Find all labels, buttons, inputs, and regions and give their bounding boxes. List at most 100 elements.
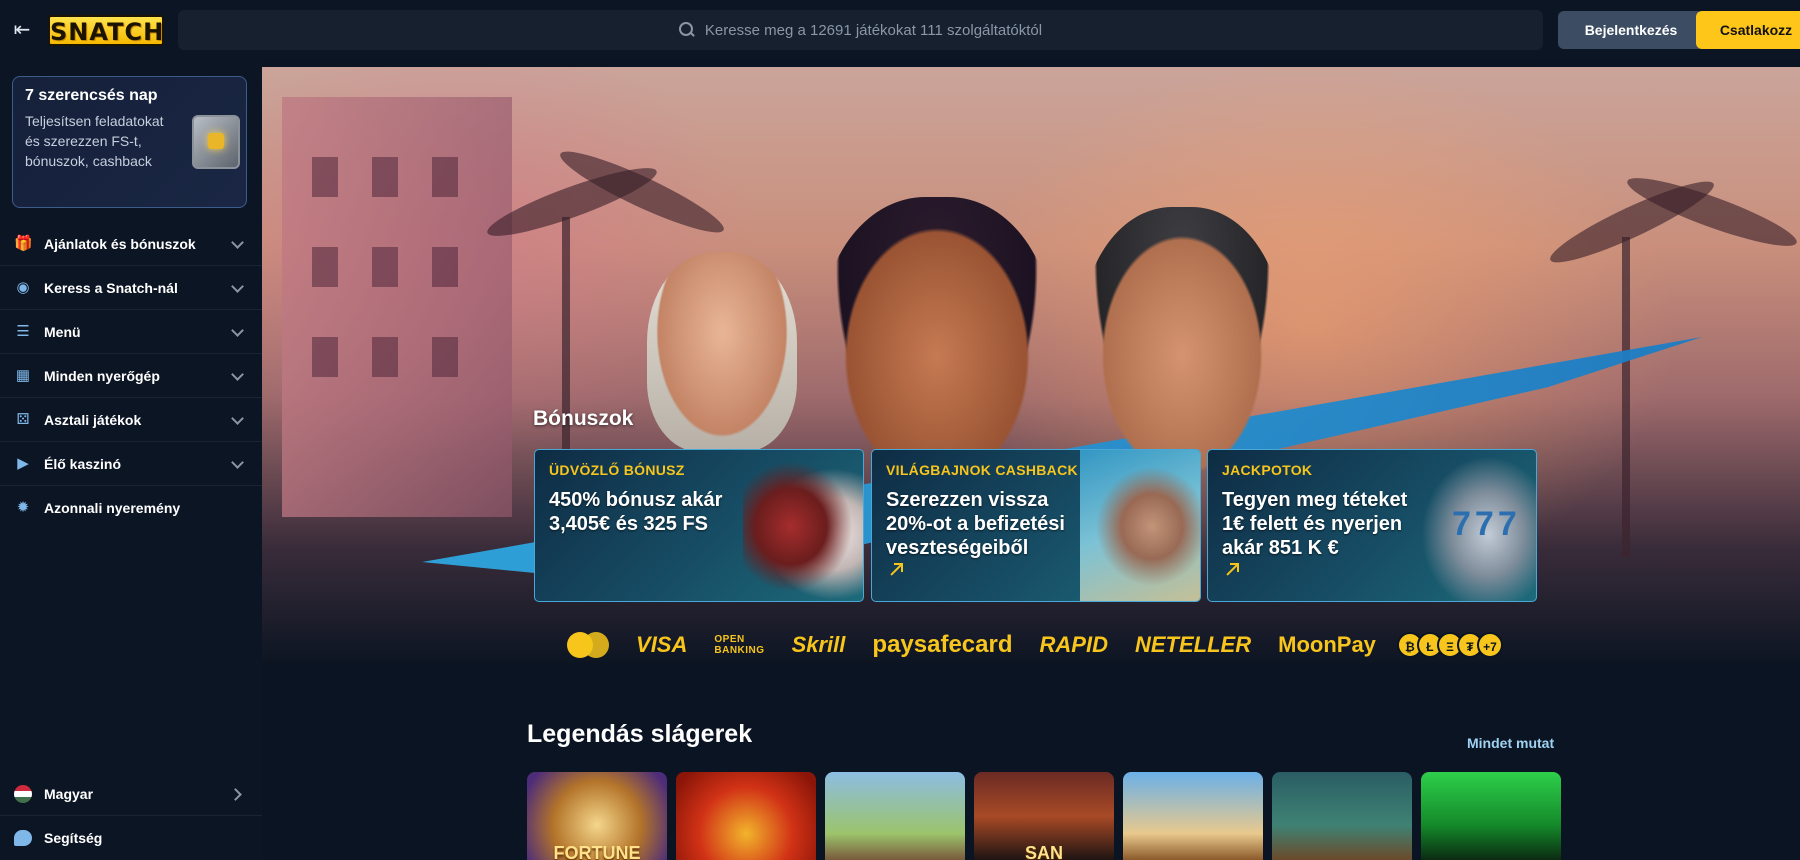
bonus-card-art [743,450,863,601]
chat-icon [14,830,32,846]
chevron-down-icon [231,280,244,293]
bonus-card-welcome[interactable]: ÜDVÖZLŐ BÓNUSZ 450% bónusz akár 3,405€ é… [534,449,864,602]
game-tile[interactable] [676,772,816,860]
arrow-up-right-icon [1222,562,1240,580]
bonus-card-text: 450% bónusz akár 3,405€ és 325 FS [549,489,723,535]
burst-icon: ✹ [16,499,30,516]
palm-trunk [1622,237,1630,557]
building-window [372,337,398,377]
hungary-flag-icon [14,784,32,803]
promo-title: 7 szerencsés nap [25,87,158,104]
building-window [312,247,338,287]
open-banking-logo: OPEN BANKING [714,634,764,656]
sidebar-item-menu[interactable]: ☰ Menü [0,310,262,354]
sidebar: 7 szerencsés nap Teljesítsen feladatokat… [0,60,262,860]
search-placeholder: Keresse meg a 12691 játékokat 111 szolgá… [704,21,1043,39]
bonus-card-text: Tegyen meg téteket 1€ felett és nyerjen … [1222,489,1408,559]
search-input[interactable]: Keresse meg a 12691 játékokat 111 szolgá… [178,10,1543,50]
building-window [432,247,458,287]
bonus-card-art [1416,450,1536,601]
sidebar-item-instant-win[interactable]: ✹ Azonnali nyeremény [0,486,262,530]
coins-icon: ◉ [16,278,30,296]
sidebar-item-label: Menü [44,323,81,340]
moonpay-logo: MoonPay [1278,632,1376,657]
hero-character-suit-man [1082,207,1282,477]
bonus-card-text: Szerezzen vissza 20%-ot a befizetési ves… [886,489,1065,559]
crypto-icons: ₿ Ł Ξ ₮ +7 [1396,632,1503,658]
search-icon [678,22,695,38]
sidebar-item-label: Azonnali nyeremény [44,500,181,516]
lucky-days-promo[interactable]: 7 szerencsés nap Teljesítsen feladatokat… [12,76,247,208]
open-banking-line2: BANKING [714,645,765,656]
visa-logo: VISA [636,632,688,657]
login-button[interactable]: Bejelentkezés [1558,11,1704,49]
top-bar: ⇤ SNATCH Keresse meg a 12691 játékokat 1… [0,0,1800,60]
hero-building [282,97,512,517]
dice-icon: ⚄ [16,410,30,428]
menu-icon: ☰ [16,322,30,340]
rapid-logo: RAPID [1039,632,1108,657]
game-row: FORTUNE SAN [527,772,1561,860]
chevron-down-icon [231,324,244,337]
bonus-card-cashback[interactable]: VILÁGBAJNOK CASHBACK Szerezzen vissza 20… [871,449,1201,602]
building-window [372,247,398,287]
game-tile[interactable] [1421,772,1561,860]
game-tile[interactable]: SAN [974,772,1114,860]
chevron-down-icon [231,236,244,249]
language-selector[interactable]: Magyar [0,772,262,816]
neteller-logo: NETELLER [1134,632,1252,657]
building-window [432,157,458,197]
sidebar-item-offers[interactable]: 🎁 Ajánlatok és bónuszok [0,222,262,266]
game-tile[interactable] [825,772,965,860]
skrill-logo: Skrill [791,632,846,657]
chevron-down-icon [231,456,244,469]
bonus-card-tag: JACKPOTOK [1222,462,1313,478]
sidebar-item-label: Asztali játékok [44,411,142,428]
bonus-card-jackpots[interactable]: JACKPOTOK Tegyen meg téteket 1€ felett é… [1207,449,1537,602]
chevron-down-icon [231,412,244,425]
gift-icon: 🎁 [14,234,33,252]
building-window [312,157,338,197]
game-title: FORTUNE [553,843,641,860]
collapse-sidebar-icon[interactable]: ⇤ [10,18,34,42]
sidebar-item-table-games[interactable]: ⚄ Asztali játékok [0,398,262,442]
game-title: SAN [1024,843,1063,860]
snatch-logo[interactable]: SNATCH [48,15,164,46]
crypto-more-badge: +7 [1476,632,1503,658]
sidebar-item-label: Keress a Snatch-nál [44,279,178,296]
sidebar-item-label: Ajánlatok és bónuszok [44,235,196,252]
sidebar-item-slots[interactable]: ▦ Minden nyerőgép [0,354,262,398]
mastercard-icon [567,632,609,658]
bonus-card-tag: VILÁGBAJNOK CASHBACK [886,462,1078,478]
legendary-hits-title: Legendás slágerek [527,720,753,748]
building-window [312,337,338,377]
sidebar-item-label: Minden nyerőgép [44,367,160,384]
join-label: Csatlakozz [1719,22,1793,38]
sidebar-item-live-casino[interactable]: ▶ Élő kaszinó [0,442,262,486]
game-tile[interactable]: FORTUNE [527,772,667,860]
language-label: Magyar [44,785,94,802]
grid-icon: ▦ [15,366,31,384]
building-window [432,337,458,377]
help-label: Segítség [44,830,103,846]
sidebar-item-label: Élő kaszinó [44,455,122,472]
arrow-up-right-icon [886,562,904,580]
sidebar-bottom: Magyar Segítség [0,772,262,860]
sidebar-item-search[interactable]: ◉ Keress a Snatch-nál [0,266,262,310]
bonuses-heading[interactable]: Bónuszok [533,407,633,431]
join-button[interactable]: Csatlakozz [1696,11,1800,49]
paysafecard-logo: paysafecard [872,631,1013,658]
building-window [372,157,398,197]
sidebar-nav: 🎁 Ajánlatok és bónuszok ◉ Keress a Snatc… [0,222,262,530]
game-tile[interactable] [1123,772,1263,860]
hero-character-sunglasses-man [822,197,1052,487]
promo-text: Teljesítsen feladatokat és szerezzen FS-… [25,113,164,169]
show-all-link[interactable]: Mindet mutat [1467,735,1554,751]
help-link[interactable]: Segítség [0,816,262,860]
play-icon: ▶ [17,454,29,472]
bonus-card-tag: ÜDVÖZLŐ BÓNUSZ [549,462,685,478]
chevron-right-icon [229,788,242,801]
safe-icon [192,115,240,169]
payment-methods: VISA OPEN BANKING Skrill paysafecard RAPI… [567,627,1503,663]
game-tile[interactable] [1272,772,1412,860]
